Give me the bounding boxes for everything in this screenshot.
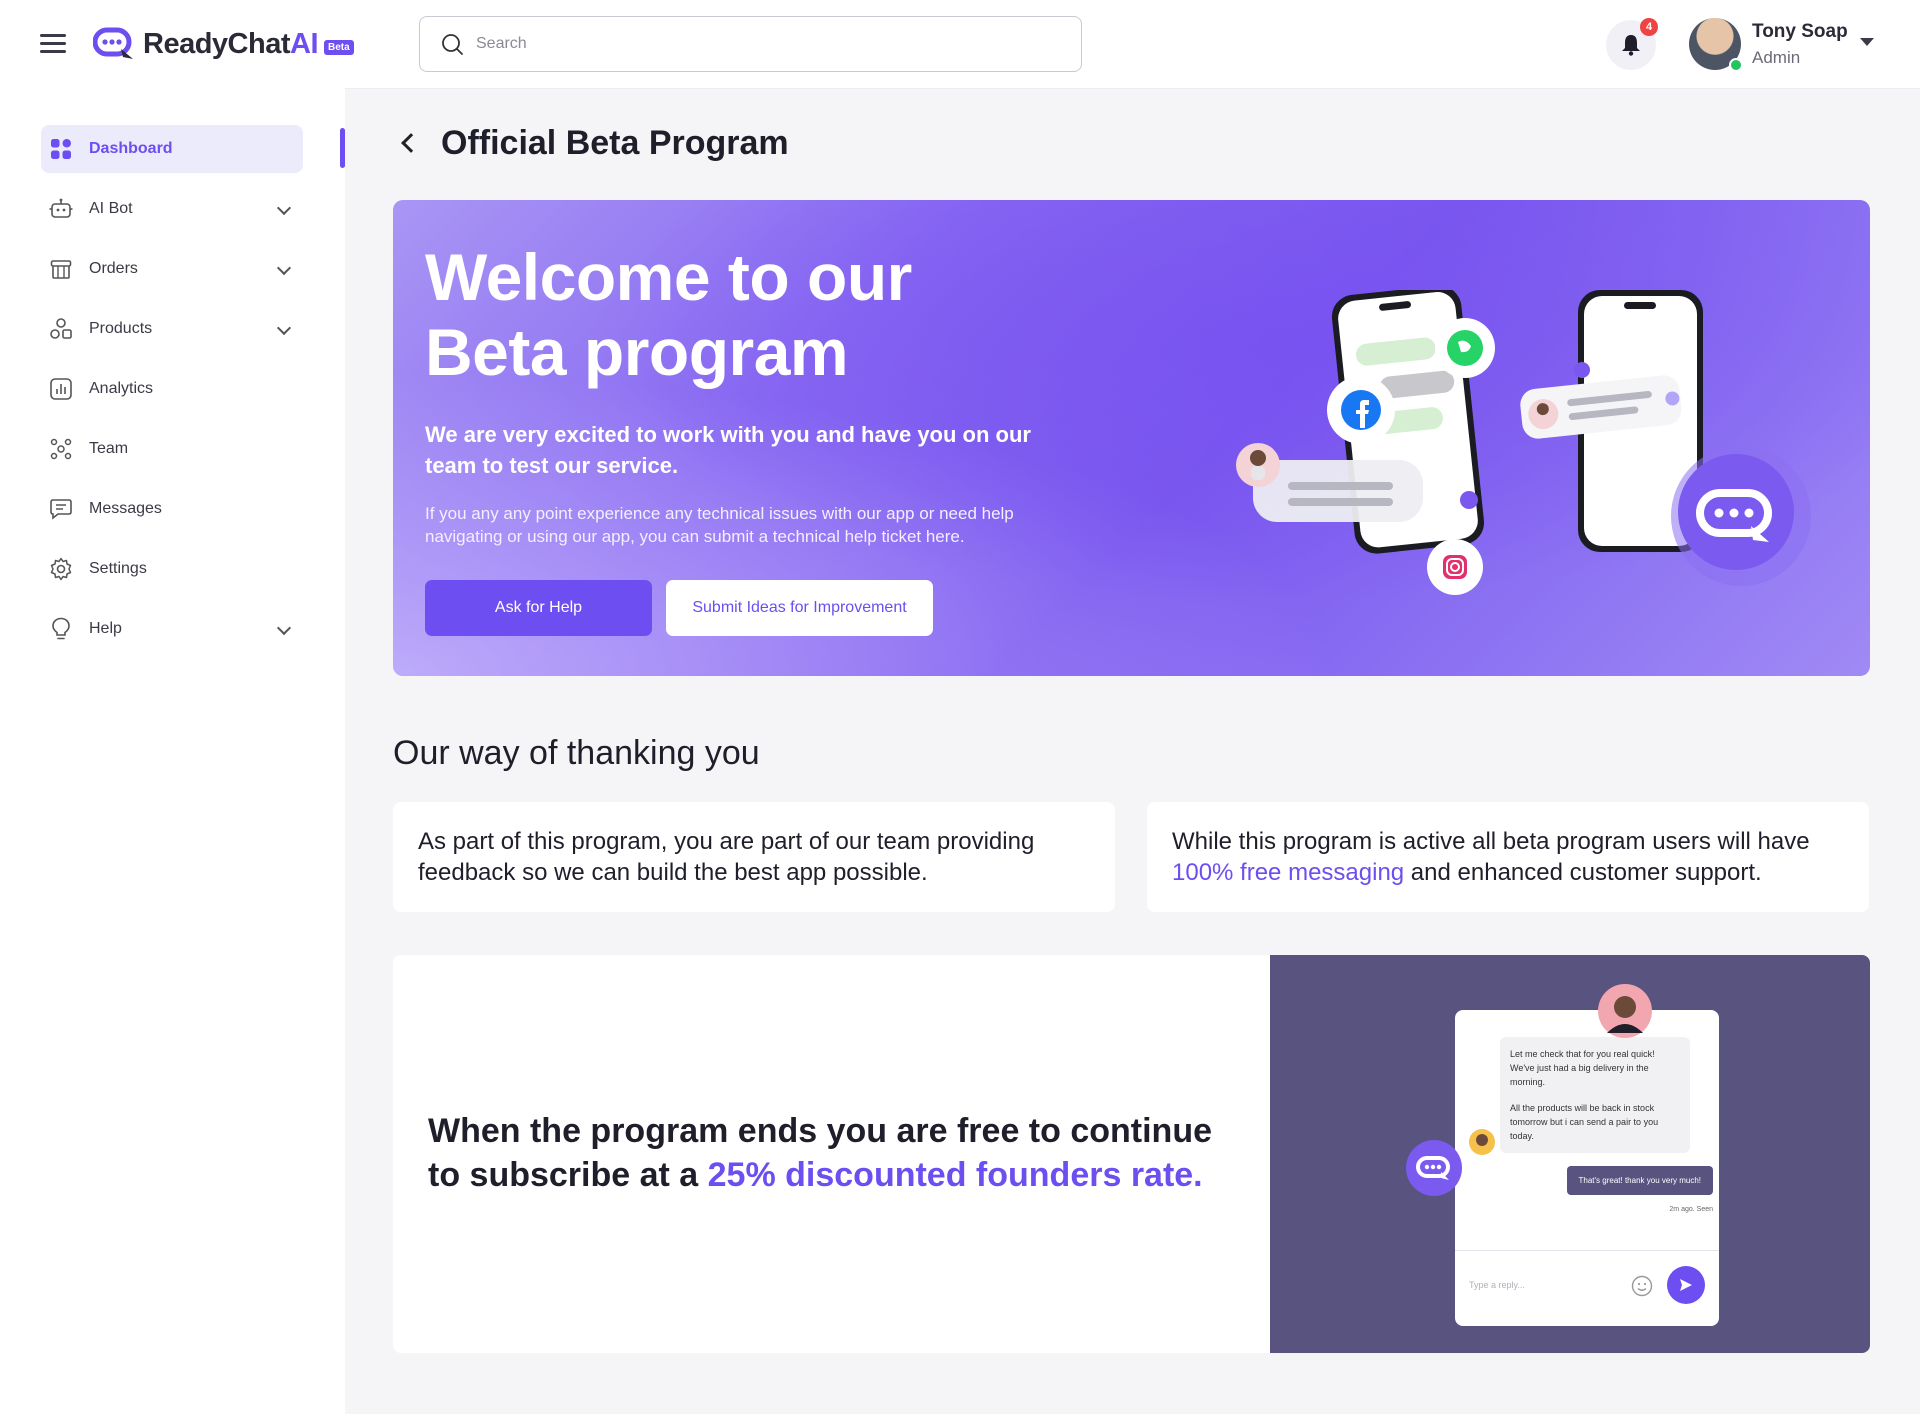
search-input[interactable] [476, 35, 1036, 53]
sidebar-item-label: Team [89, 440, 129, 457]
user-menu-chevron-down-icon[interactable] [1860, 38, 1874, 46]
logo-text: ReadyChatAI [143, 27, 319, 60]
team-icon [49, 437, 73, 461]
lightbulb-icon [49, 617, 73, 641]
chat-preview-panel: Let me check that for you real quick! We… [1455, 1010, 1719, 1326]
thanks-section-title: Our way of thanking you [393, 734, 760, 772]
free-messaging-text-pre: While this program is active all beta pr… [1172, 828, 1810, 855]
sidebar-item-analytics[interactable]: Analytics [41, 365, 303, 413]
analytics-icon [49, 377, 73, 401]
chat-divider [1455, 1250, 1719, 1251]
free-messaging-info-card: While this program is active all beta pr… [1147, 802, 1869, 912]
customer-avatar-icon [1469, 1129, 1495, 1155]
sidebar-item-messages[interactable]: Messages [41, 485, 303, 533]
sidebar-item-help[interactable]: Help [41, 605, 303, 653]
chevron-down-icon [276, 620, 292, 636]
top-bar: ReadyChatAI Beta 4 Tony Soap Admin [0, 0, 1920, 88]
chevron-down-icon [276, 260, 292, 276]
sidebar-item-label: Help [89, 620, 122, 637]
phones-illustration [1236, 290, 1811, 595]
back-chevron-icon[interactable] [401, 133, 421, 153]
chat-preview-illustration: Let me check that for you real quick! We… [1270, 955, 1870, 1353]
chevron-down-icon [276, 200, 292, 216]
sidebar-item-products[interactable]: Products [41, 305, 303, 353]
discount-card: When the program ends you are free to co… [393, 955, 1870, 1353]
search-icon [442, 34, 463, 55]
chat-agent-message: Let me check that for you real quick! We… [1500, 1037, 1690, 1153]
sidebar-item-label: AI Bot [89, 200, 133, 217]
gear-icon [49, 557, 73, 581]
chat-reply-input: Type a reply... [1469, 1280, 1525, 1290]
sidebar-item-orders[interactable]: Orders [41, 245, 303, 293]
hero-subtitle: We are very excited to work with you and… [425, 422, 1031, 478]
chat-user-reply: That's great! thank you very much! [1566, 1166, 1713, 1195]
feedback-info-card: As part of this program, you are part of… [393, 802, 1115, 912]
sidebar-item-dashboard[interactable]: Dashboard [41, 125, 303, 173]
notifications-button[interactable]: 4 [1606, 18, 1658, 70]
hero-title: Welcome to our Beta program [425, 240, 912, 389]
free-messaging-text-post: and enhanced customer support. [1404, 859, 1762, 886]
orders-icon [49, 257, 73, 281]
online-status-dot [1729, 58, 1743, 72]
sidebar-item-label: Dashboard [89, 140, 173, 157]
search-box [419, 16, 1082, 72]
sidebar-item-ai-bot[interactable]: AI Bot [41, 185, 303, 233]
message-icon [49, 497, 73, 521]
feedback-info-text: As part of this program, you are part of… [418, 828, 1035, 886]
notification-count-badge: 4 [1640, 18, 1658, 36]
discount-text: When the program ends you are free to co… [428, 1112, 1212, 1194]
discount-highlight: 25% discounted founders rate. [707, 1156, 1203, 1194]
sidebar-item-team[interactable]: Team [41, 425, 303, 473]
page-title: Official Beta Program [441, 124, 789, 162]
dashboard-icon [49, 137, 73, 161]
emoji-icon [1631, 1275, 1653, 1297]
free-messaging-highlight: 100% free messaging [1172, 859, 1405, 886]
app-logo[interactable]: ReadyChatAI Beta [93, 26, 354, 62]
bot-logo-icon [1406, 1140, 1462, 1196]
beta-badge: Beta [324, 39, 354, 55]
submit-ideas-button[interactable]: Submit Ideas for Improvement [666, 580, 933, 636]
send-icon [1680, 1279, 1692, 1291]
hero-body: If you any any point experience any tech… [425, 504, 1014, 546]
chat-seen-status: 2m ago. Seen [1669, 1206, 1713, 1213]
sidebar-item-label: Analytics [89, 380, 154, 397]
sidebar-item-label: Messages [89, 500, 162, 517]
active-indicator [340, 128, 345, 168]
user-avatar[interactable] [1689, 18, 1743, 72]
chevron-down-icon [276, 320, 292, 336]
sidebar-item-label: Products [89, 320, 153, 337]
logo-icon [93, 27, 133, 59]
sidebar-item-label: Orders [89, 260, 138, 277]
robot-icon [49, 197, 73, 221]
sidebar-item-settings[interactable]: Settings [41, 545, 303, 593]
menu-icon[interactable] [40, 34, 66, 54]
user-name: Tony Soap [1752, 21, 1848, 42]
sidebar-item-label: Settings [89, 560, 147, 577]
ask-for-help-button[interactable]: Ask for Help [425, 580, 652, 636]
hero-banner: Welcome to our Beta program We are very e… [393, 200, 1870, 676]
send-button [1667, 1266, 1705, 1304]
bell-icon [1622, 35, 1640, 56]
sidebar: Dashboard AI Bot Orders Products Analyti… [0, 88, 345, 1414]
user-role: Admin [1752, 48, 1801, 67]
products-icon [49, 317, 73, 341]
agent-avatar-icon [1598, 984, 1652, 1038]
